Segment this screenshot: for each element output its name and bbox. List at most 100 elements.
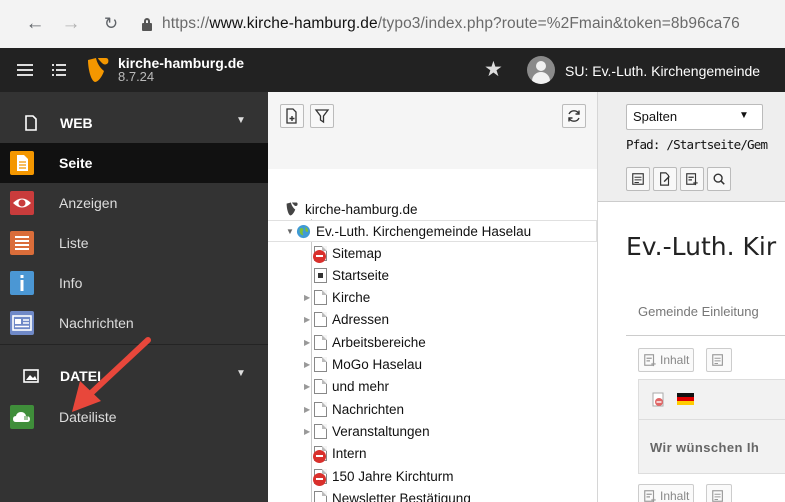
pagetree-toggle-icon[interactable] (52, 63, 66, 77)
address-bar[interactable]: https://www.kirche-hamburg.de/typo3/inde… (162, 15, 740, 33)
new-page-icon[interactable] (280, 104, 304, 128)
page-icon (314, 490, 327, 502)
tree-node-label: MoGo Haselau (332, 357, 423, 372)
module-menu: WEB ▼ Seite Anzeigen Liste Info Nachrich… (0, 92, 268, 502)
module-item-dateiliste[interactable]: Dateiliste (0, 397, 268, 437)
content-element[interactable]: Wir wünschen Ih (638, 379, 785, 474)
back-arrow-icon[interactable]: ← (22, 13, 48, 35)
tab-gemeinde-einleitung[interactable]: Gemeinde Einleitung (638, 304, 759, 319)
page-icon (314, 423, 327, 439)
module-item-seite[interactable]: Seite (0, 143, 268, 183)
expand-arrow-icon[interactable]: ▶ (304, 338, 314, 347)
new-content-label: Inhalt (660, 353, 690, 367)
bookmark-star-icon[interactable]: ★ (484, 57, 503, 82)
expand-arrow-icon[interactable]: ▶ (304, 382, 314, 391)
reload-icon[interactable]: ↻ (98, 14, 124, 34)
content-element-text: Wir wünschen Ih (650, 440, 760, 455)
tree-node-label: Intern (332, 446, 367, 462)
module-group-label: WEB (60, 115, 93, 131)
tree-node[interactable]: ▶ MoGo Haselau (304, 354, 422, 376)
module-item-anzeigen[interactable]: Anzeigen (0, 183, 268, 223)
tree-root-label: kirche-hamburg.de (305, 201, 418, 217)
expand-arrow-icon[interactable]: ▶ (304, 293, 314, 302)
typo3-backend-window: ← → ↻ https://www.kirche-hamburg.de/typo… (0, 0, 785, 502)
new-content-button-2[interactable]: Inhalt (638, 484, 695, 502)
tree-node-label: Sitemap (332, 245, 382, 261)
clear-cache-icon[interactable] (626, 167, 650, 191)
view-mode-value: Spalten (633, 109, 678, 124)
module-item-label: Seite (59, 155, 93, 171)
module-item-liste[interactable]: Liste (0, 223, 268, 263)
module-item-info[interactable]: Info (0, 263, 268, 303)
page-icon (314, 379, 327, 395)
tree-node[interactable]: ▶ und mehr (304, 376, 389, 398)
refresh-icon[interactable] (562, 104, 586, 128)
url-path: /typo3/index.php?route=%2Fmain&token=8b9… (377, 15, 740, 32)
expand-arrow-icon[interactable]: ▶ (304, 360, 314, 369)
page-tree: kirche-hamburg.de ▼ Ev.-Luth. Kirchengem… (268, 169, 597, 502)
collapse-arrow-icon[interactable]: ▼ (286, 227, 296, 236)
typo3-logo-icon (286, 202, 298, 216)
tree-node[interactable]: Startseite (304, 264, 389, 286)
tree-node-label: 150 Jahre Kirchturm (332, 468, 454, 484)
content-element-header (639, 380, 785, 420)
module-item-label: Liste (59, 235, 89, 251)
page-module-content: Spalten ▼ Pfad: /Startseite/Gem Ev.-Luth… (598, 92, 785, 502)
user-avatar-icon[interactable] (527, 56, 555, 84)
forward-arrow-icon[interactable]: → (58, 13, 84, 35)
paste-icon (712, 354, 723, 366)
chevron-down-icon: ▼ (739, 110, 749, 121)
module-group-label: DATEI (60, 368, 101, 384)
site-name-block[interactable]: kirche-hamburg.de 8.7.24 (118, 56, 244, 84)
page-icon (314, 357, 327, 372)
lock-icon[interactable] (142, 17, 152, 31)
page-tree-pane: kirche-hamburg.de ▼ Ev.-Luth. Kirchengem… (268, 92, 598, 502)
tab-divider (626, 335, 785, 336)
restricted-page-icon (313, 468, 327, 486)
edit-page-icon[interactable] (653, 167, 677, 191)
tree-root-node[interactable]: kirche-hamburg.de (284, 198, 418, 220)
tree-node[interactable]: Intern (304, 443, 367, 465)
tree-node[interactable]: ▶ Kirche (304, 287, 370, 309)
expand-arrow-icon[interactable]: ▶ (304, 427, 314, 436)
tree-node[interactable]: 150 Jahre Kirchturm (304, 465, 454, 487)
tree-node[interactable]: Sitemap (304, 242, 382, 264)
restricted-page-icon (313, 446, 327, 464)
doc-header: Spalten ▼ Pfad: /Startseite/Gem (598, 92, 785, 202)
module-item-nachrichten[interactable]: Nachrichten (0, 303, 268, 343)
typo3-logo-icon[interactable] (86, 57, 110, 83)
switch-user-label[interactable]: SU: Ev.-Luth. Kirchengemeinde (565, 63, 760, 79)
tree-node[interactable]: Newsletter Bestätigung (304, 487, 471, 502)
restricted-page-icon (313, 245, 327, 263)
expand-arrow-icon[interactable]: ▶ (304, 315, 314, 324)
tree-node[interactable]: ▶ Arbeitsbereiche (304, 331, 426, 353)
menu-toggle-icon[interactable] (17, 61, 33, 79)
module-group-web[interactable]: WEB ▼ (0, 103, 268, 143)
page-icon (314, 334, 327, 350)
breadcrumb-path: Pfad: /Startseite/Gem (626, 137, 768, 152)
paste-content-button-2[interactable] (706, 484, 732, 502)
tree-node[interactable]: ▶ Adressen (304, 309, 389, 331)
tree-node[interactable]: ▶ Nachrichten (304, 398, 404, 420)
module-group-datei[interactable]: DATEI ▼ (0, 356, 268, 396)
new-content-button[interactable]: Inhalt (638, 348, 695, 372)
tree-node-label: Adressen (332, 312, 390, 328)
tree-node-label: und mehr (332, 379, 390, 395)
newspaper-icon (10, 311, 34, 335)
document-icon (22, 114, 40, 132)
paste-icon (712, 490, 723, 502)
tree-node[interactable]: ▶ Veranstaltungen (304, 420, 430, 442)
module-item-label: Info (59, 275, 83, 291)
tree-node-label: Ev.-Luth. Kirchengemeinde Haselau (316, 223, 532, 239)
paste-content-button[interactable] (706, 348, 732, 372)
page-icon (314, 290, 327, 306)
new-content-icon[interactable] (680, 167, 704, 191)
filter-icon[interactable] (310, 104, 334, 128)
typo3-version: 8.7.24 (118, 69, 155, 84)
search-icon[interactable] (707, 167, 731, 191)
module-item-label: Anzeigen (59, 195, 118, 211)
tree-node-selected[interactable]: ▼ Ev.-Luth. Kirchengemeinde Haselau (268, 220, 597, 242)
tree-node-label: Veranstaltungen (332, 423, 430, 439)
expand-arrow-icon[interactable]: ▶ (304, 405, 314, 414)
view-mode-select[interactable]: Spalten ▼ (626, 104, 763, 130)
